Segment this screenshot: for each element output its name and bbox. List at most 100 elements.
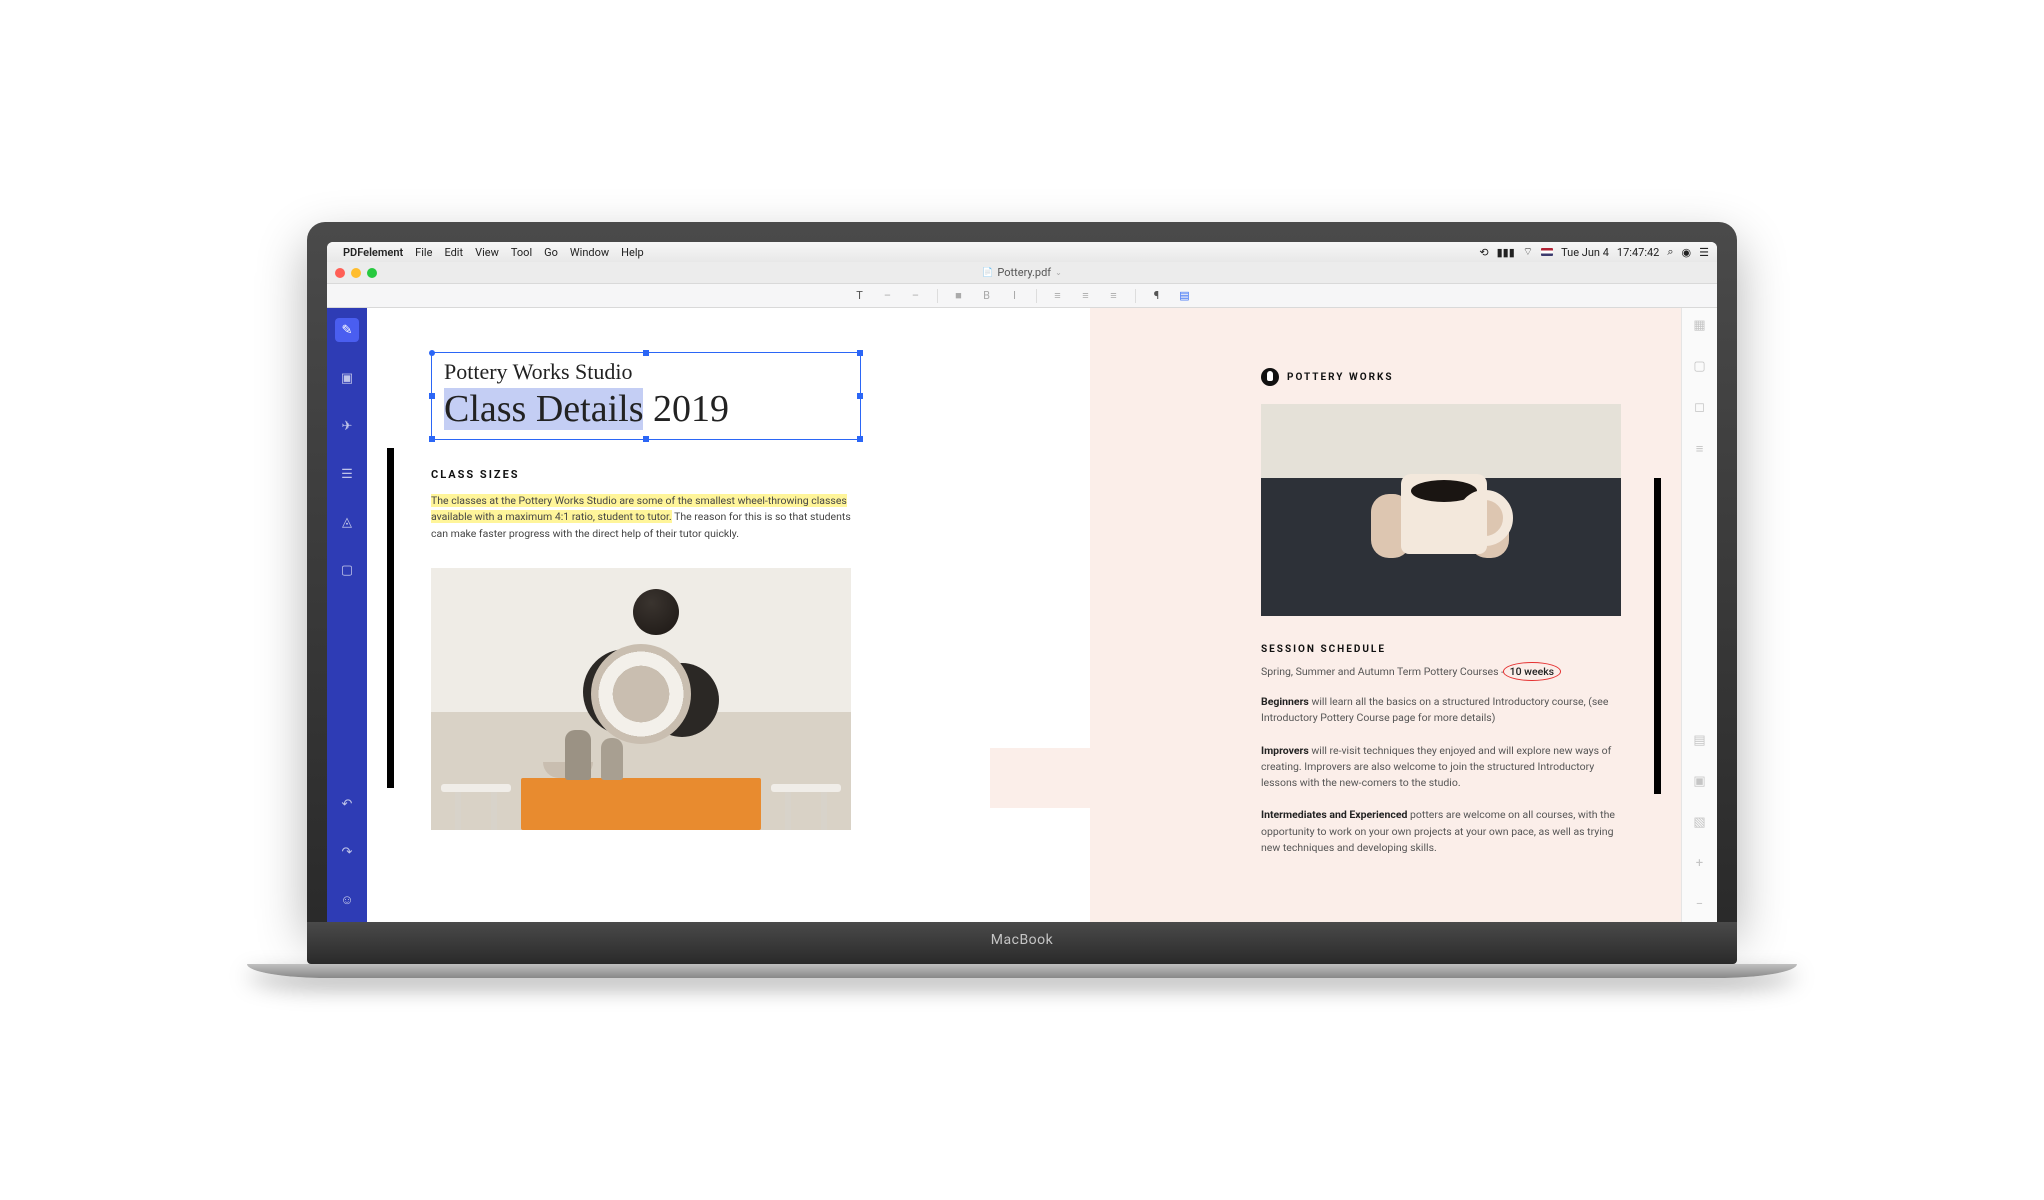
app-body: ✎ ▣ ✈ ☰ ◬ ▢ ↶ ↷ ☺ — [327, 308, 1717, 922]
page-right-column: POTTERY WORKS SESSION SCHEDULE Spring — [1261, 368, 1621, 856]
bold-button[interactable]: B — [980, 289, 994, 302]
level-improvers: Improvers will re-visit techniques they … — [1261, 743, 1621, 792]
font-size-dropdown[interactable]: – — [909, 289, 923, 302]
brand-logo-icon — [1261, 368, 1279, 386]
menu-go[interactable]: Go — [544, 246, 558, 259]
resize-handle[interactable] — [857, 393, 863, 399]
page-icon[interactable]: ▢ — [1693, 359, 1705, 374]
decorative-bar-left — [387, 448, 394, 788]
photo-detail — [1401, 474, 1487, 554]
fullscreen-window-button[interactable] — [367, 268, 377, 278]
resize-handle[interactable] — [643, 350, 649, 356]
laptop-mockup: PDFelement File Edit View Tool Go Window… — [307, 222, 1737, 978]
menu-help[interactable]: Help — [621, 246, 644, 259]
pdf-file-icon: 📄 — [982, 268, 993, 278]
menu-window[interactable]: Window — [570, 246, 609, 259]
level-label: Improvers — [1261, 744, 1309, 757]
photo-detail — [441, 784, 511, 792]
edit-tool-icon[interactable]: ✎ — [335, 318, 359, 342]
laptop-base — [247, 964, 1797, 978]
input-source-flag-icon[interactable] — [1541, 248, 1553, 256]
minimize-window-button[interactable] — [351, 268, 361, 278]
filename-label: Pottery.pdf — [997, 266, 1051, 279]
menu-file[interactable]: File — [415, 246, 432, 259]
session-schedule-block: SESSION SCHEDULE Spring, Summer and Autu… — [1261, 644, 1621, 856]
class-sizes-paragraph: The classes at the Pottery Works Studio … — [431, 493, 861, 542]
toolbar-separator — [1036, 289, 1037, 303]
decorative-bar-right — [1654, 478, 1661, 794]
sync-icon[interactable]: ⟲ — [1479, 246, 1488, 259]
user-icon[interactable]: ☺ — [335, 888, 359, 912]
titlebar-dropdown-icon[interactable]: ⌄ — [1055, 268, 1062, 277]
watermark-tool-icon[interactable]: ▢ — [335, 558, 359, 582]
font-family-dropdown[interactable]: – — [881, 289, 895, 302]
wifi-icon[interactable]: ⌔ — [1523, 245, 1533, 259]
title-selected-text[interactable]: Class Details — [444, 388, 643, 430]
bookmark-icon[interactable]: ◻ — [1694, 400, 1705, 415]
crop-tool-icon[interactable]: ◬ — [335, 510, 359, 534]
pdf-page: Pottery Works Studio Class Details 2019 … — [367, 308, 1681, 922]
menu-view[interactable]: View — [475, 246, 499, 259]
resize-handle[interactable] — [429, 350, 435, 356]
attachment-icon[interactable]: ▤ — [1693, 733, 1705, 748]
class-sizes-heading: CLASS SIZES — [431, 468, 861, 481]
zoom-out-icon[interactable]: − — [1696, 897, 1703, 912]
level-label: Intermediates and Experienced — [1261, 808, 1407, 821]
zoom-in-icon[interactable]: + — [1696, 856, 1703, 871]
laptop-brand-label: MacBook — [991, 932, 1053, 948]
title-text[interactable]: Class Details 2019 — [444, 387, 848, 431]
menu-tool[interactable]: Tool — [511, 246, 532, 259]
siri-icon[interactable]: ◉ — [1682, 246, 1692, 259]
paragraph-mode-button[interactable]: ¶ — [1150, 289, 1164, 302]
page-left-column: Pottery Works Studio Class Details 2019 … — [431, 352, 861, 830]
image-tool-icon[interactable]: ▣ — [335, 366, 359, 390]
photo-detail — [601, 738, 623, 780]
redo-icon[interactable]: ↷ — [335, 840, 359, 864]
undo-icon[interactable]: ↶ — [335, 792, 359, 816]
close-window-button[interactable] — [335, 268, 345, 278]
link-tool-icon[interactable]: ✈ — [335, 414, 359, 438]
selected-text-box[interactable]: Pottery Works Studio Class Details 2019 — [431, 352, 861, 440]
comments-icon[interactable]: ▣ — [1693, 774, 1705, 789]
text-edit-toolbar: T – – ■ B I ≡ ≡ ≡ ¶ ▤ — [327, 284, 1717, 308]
italic-button[interactable]: I — [1008, 289, 1022, 302]
screen: PDFelement File Edit View Tool Go Window… — [327, 242, 1717, 922]
text-color-button[interactable]: ■ — [952, 289, 966, 302]
resize-handle[interactable] — [429, 393, 435, 399]
title-rest-text[interactable]: 2019 — [643, 388, 729, 430]
ocr-icon[interactable]: ▧ — [1693, 815, 1705, 830]
menubar-status-area: ⟲ ▮▮▮ ⌔ Tue Jun 4 17:47:42 ⌕ ◉ ☰ — [1479, 245, 1709, 259]
schedule-heading: SESSION SCHEDULE — [1261, 644, 1621, 655]
resize-handle[interactable] — [857, 350, 863, 356]
form-tool-icon[interactable]: ☰ — [335, 462, 359, 486]
level-beginners: Beginners will learn all the basics on a… — [1261, 694, 1621, 727]
thumbnails-icon[interactable]: ▦ — [1693, 318, 1705, 333]
outline-icon[interactable]: ≡ — [1696, 441, 1704, 457]
align-left-button[interactable]: ≡ — [1051, 289, 1065, 302]
app-name[interactable]: PDFelement — [343, 246, 403, 259]
spotlight-icon[interactable]: ⌕ — [1667, 245, 1673, 259]
menubar-time[interactable]: 17:47:42 — [1617, 246, 1659, 259]
schedule-line: Spring, Summer and Autumn Term Pottery C… — [1261, 665, 1621, 678]
circled-annotation: 10 weeks — [1507, 665, 1557, 678]
resize-handle[interactable] — [857, 436, 863, 442]
line-mode-button[interactable]: ▤ — [1178, 289, 1192, 302]
resize-handle[interactable] — [643, 436, 649, 442]
toolbar-separator — [937, 289, 938, 303]
align-center-button[interactable]: ≡ — [1079, 289, 1093, 302]
document-canvas[interactable]: Pottery Works Studio Class Details 2019 … — [367, 308, 1681, 922]
text-tool-icon[interactable]: T — [853, 289, 867, 302]
toolbar-separator — [1135, 289, 1136, 303]
studio-name-text[interactable]: Pottery Works Studio — [444, 359, 848, 385]
pottery-wheel-photo — [431, 568, 851, 830]
titlebar-title[interactable]: 📄 Pottery.pdf ⌄ — [982, 266, 1062, 279]
align-right-button[interactable]: ≡ — [1107, 289, 1121, 302]
macos-menubar[interactable]: PDFelement File Edit View Tool Go Window… — [327, 242, 1717, 262]
menubar-date[interactable]: Tue Jun 4 — [1561, 246, 1609, 259]
photo-detail — [771, 784, 841, 792]
resize-handle[interactable] — [429, 436, 435, 442]
brand-name: POTTERY WORKS — [1287, 372, 1394, 383]
battery-icon[interactable]: ▮▮▮ — [1497, 246, 1515, 259]
menu-edit[interactable]: Edit — [444, 246, 463, 259]
control-center-icon[interactable]: ☰ — [1699, 246, 1709, 259]
